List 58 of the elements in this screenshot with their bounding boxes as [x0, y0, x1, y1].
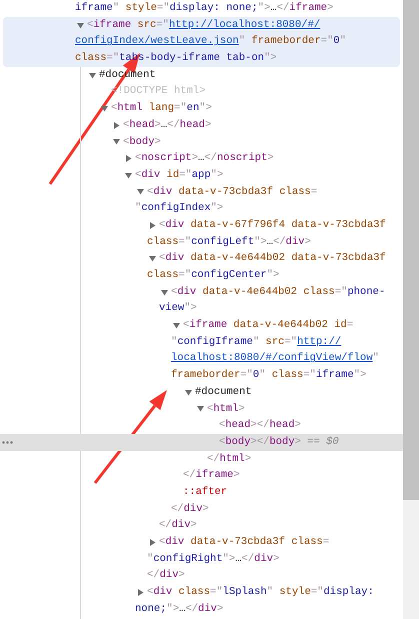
code-line: view"> [159, 301, 197, 316]
triangle-down-icon[interactable] [101, 104, 108, 112]
triangle-down-icon[interactable] [125, 172, 132, 179]
code-line: ::after [183, 484, 228, 500]
triangle-down-icon[interactable] [173, 322, 180, 329]
code-line: </div> [159, 518, 197, 534]
selected-row[interactable]: <body></body> == $0 [0, 434, 403, 451]
triangle-down-icon[interactable] [113, 138, 120, 146]
triangle-down-icon[interactable] [77, 22, 84, 29]
code-line: <div data-v-67f796f4 data-v-73cbda3f [159, 218, 386, 233]
code-line: <div data-v-4e644b02 data-v-73cbda3f [159, 251, 386, 266]
triangle-right-icon[interactable] [113, 122, 120, 129]
code-line: "configIndex"> [135, 201, 224, 216]
more-icon[interactable] [2, 440, 13, 444]
code-line: <div id="app"> [135, 168, 224, 183]
code-line: <div data-v-73cbda3f class= [159, 535, 330, 550]
code-line: <noscript>…</noscript> [135, 151, 274, 166]
code-line: class="configLeft">…</div> [147, 234, 311, 250]
code-line: "configRight">…</div> [147, 552, 280, 567]
code-text: <iframe src=" [87, 18, 169, 33]
link[interactable]: http:// [297, 334, 342, 350]
triangle-down-icon[interactable] [197, 405, 204, 412]
code-text: " frameborder="0" [238, 34, 346, 50]
code-line: <head></head> [219, 418, 301, 434]
code-line: </html> [207, 452, 252, 467]
triangle-right-icon[interactable] [125, 155, 132, 162]
code-line: <body></body> == $0 [219, 434, 339, 450]
code-line: iframe" style="display: none;">…</iframe> [75, 1, 334, 16]
triangle-right-icon[interactable] [149, 538, 156, 546]
link[interactable]: configIndex/westLeave.json [75, 33, 239, 50]
code-line: <html> [207, 402, 245, 416]
triangle-down-icon[interactable] [89, 72, 96, 79]
code-line: #document [195, 384, 252, 400]
code-line: <body> [123, 134, 161, 150]
triangle-down-icon[interactable] [149, 255, 156, 262]
scrollbar[interactable] [403, 0, 419, 619]
triangle-down-icon[interactable] [185, 388, 192, 396]
code-line: </div> [171, 502, 209, 517]
code-text: " [372, 351, 379, 366]
code-line: <div class="lSplash" style="display: [147, 585, 374, 600]
code-line: <div data-v-73cbda3f class= [147, 184, 318, 200]
link[interactable]: localhost:8080/#/configView/flow [171, 350, 373, 368]
code-line: <iframe data-v-4e644b02 id= [183, 318, 354, 334]
code-line: <div data-v-4e644b02 class="phone- [171, 284, 386, 300]
code-line: frameborder="0" class="iframe"> [171, 368, 366, 384]
code-line: none;">…</div> [135, 602, 224, 617]
triangle-right-icon[interactable] [137, 588, 144, 596]
code-line: <html lang="en"> [111, 101, 212, 116]
code-line: </div> [147, 568, 185, 584]
code-line: class="configCenter"> [147, 268, 280, 283]
code-text: "configIframe" src=" [171, 334, 298, 350]
triangle-down-icon[interactable] [161, 288, 168, 296]
link[interactable]: http://localhost:8080/#/ [168, 16, 320, 34]
triangle-right-icon[interactable] [149, 222, 156, 229]
scrollbar-thumb[interactable] [403, 0, 419, 500]
code-line: <head>…</head> [123, 118, 212, 133]
code-line: </iframe> [183, 468, 240, 484]
triangle-down-icon[interactable] [137, 188, 144, 196]
